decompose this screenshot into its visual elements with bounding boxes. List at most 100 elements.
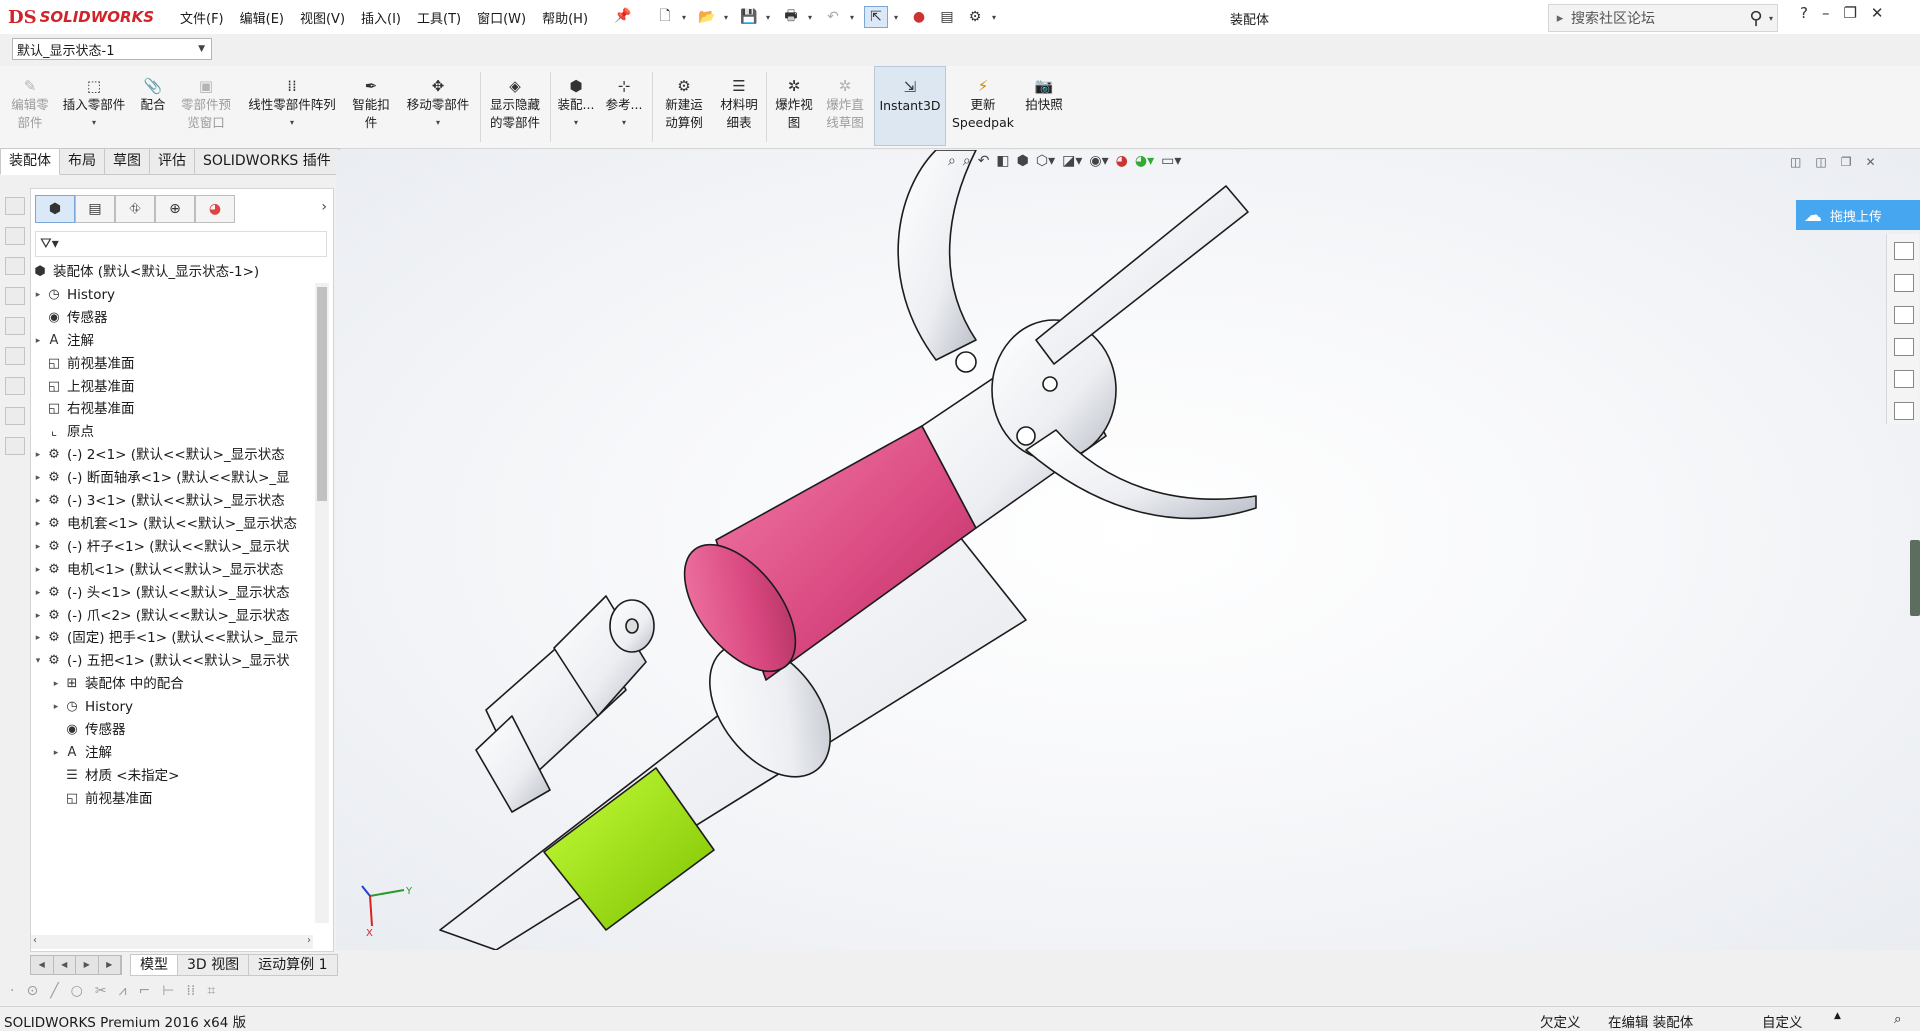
expand-toggle-icon[interactable]: ▾ xyxy=(31,650,45,672)
save-icon[interactable]: 💾 xyxy=(738,7,760,27)
undo-dropdown-icon[interactable]: ▾ xyxy=(850,13,858,22)
menu-window[interactable]: 窗口(W) xyxy=(477,8,526,27)
tab-motion-study[interactable]: 运动算例 1 xyxy=(249,954,338,976)
tab-sketch[interactable]: 草图 xyxy=(105,148,150,175)
tree-item[interactable]: ◱ 上视基准面 xyxy=(31,376,135,398)
filter-icon[interactable]: ⛛▾ xyxy=(40,236,59,252)
tree-filter[interactable]: ⛛▾ xyxy=(35,231,327,257)
mate-button[interactable]: 📎 配合 xyxy=(134,66,172,146)
strip-tool-icon[interactable] xyxy=(5,377,25,395)
assembly-features-button[interactable]: ⬢ 装配... ▾ xyxy=(554,66,598,146)
chevron-right-icon[interactable]: › xyxy=(321,199,327,215)
pattern-icon[interactable]: ⁞⁞ xyxy=(186,983,195,999)
strip-tool-icon[interactable] xyxy=(5,197,25,215)
view-orientation-icon[interactable]: ⬡▾ xyxy=(1036,153,1055,169)
tree-item[interactable]: ▸ ◷ History xyxy=(49,696,133,718)
sketch-circle-icon[interactable]: ⊙ xyxy=(26,983,38,999)
expand-toggle-icon[interactable]: ▸ xyxy=(49,673,63,695)
viewport-restore-icon[interactable]: ❐ xyxy=(1841,155,1852,169)
tree-item[interactable]: ▾ ⚙ (-) 五把<1> (默认<<默认>_显示状 xyxy=(31,650,290,672)
feature-tree-tab-icon[interactable]: ⬢ xyxy=(35,195,75,223)
open-dropdown-icon[interactable]: ▾ xyxy=(724,13,732,22)
tree-scrollbar-thumb[interactable] xyxy=(317,287,327,501)
linear-pattern-dropdown-icon[interactable]: ▾ xyxy=(290,114,294,132)
strip-tool-icon[interactable] xyxy=(5,227,25,245)
save-dropdown-icon[interactable]: ▾ xyxy=(766,13,774,22)
prev-tab-icon[interactable]: ◀ xyxy=(53,956,76,974)
property-manager-tab-icon[interactable]: ▤ xyxy=(75,195,115,223)
tree-item[interactable]: ▸ ⚙ (-) 爪<2> (默认<<默认>_显示状态 xyxy=(31,605,290,627)
last-tab-icon[interactable]: ▶ xyxy=(98,956,121,974)
fillet-icon[interactable]: ⌐ xyxy=(138,983,150,999)
solidworks-logo[interactable]: DS SOLIDWORKS xyxy=(8,6,154,28)
search-scope-icon[interactable]: ▸ xyxy=(1549,11,1571,26)
strip-tool-icon[interactable] xyxy=(5,287,25,305)
reference-geometry-button[interactable]: ⊹ 参考... ▾ xyxy=(602,66,646,146)
tree-item[interactable]: ▸ ⚙ (-) 断面轴承<1> (默认<<默认>_显 xyxy=(31,467,290,489)
expand-toggle-icon[interactable]: ▸ xyxy=(49,696,63,718)
tree-item[interactable]: ▸ ◷ History xyxy=(31,284,115,306)
dimxpert-tab-icon[interactable]: ⊕ xyxy=(155,195,195,223)
tree-item[interactable]: ◱ 右视基准面 xyxy=(31,398,135,420)
tree-item[interactable]: ▸ ⊞ 装配体 中的配合 xyxy=(49,673,184,695)
smart-dimension-icon[interactable]: ⊢ xyxy=(162,983,174,999)
edit-appearance-icon[interactable]: ◕ xyxy=(1116,153,1128,169)
restore-icon[interactable]: ❐ xyxy=(1843,4,1856,22)
print-icon[interactable]: 🖶 xyxy=(780,7,802,27)
tree-item[interactable]: ◉ 传感器 xyxy=(31,307,107,329)
quick-tips-icon[interactable]: ⌕ xyxy=(1894,1011,1902,1031)
tree-item[interactable]: ▸ ⚙ (-) 2<1> (默认<<默认>_显示状态 xyxy=(31,444,285,466)
tab-scroll-controls[interactable]: ◀ ◀ ▶ ▶ xyxy=(30,955,122,975)
expand-toggle-icon[interactable]: ▸ xyxy=(31,330,45,352)
tab-layout[interactable]: 布局 xyxy=(60,148,105,175)
expand-toggle-icon[interactable]: ▸ xyxy=(31,490,45,512)
new-motion-study-button[interactable]: ⚙ 新建运 动算例 xyxy=(656,66,712,146)
assembly-model[interactable] xyxy=(336,150,1920,950)
new-dropdown-icon[interactable]: ▾ xyxy=(682,13,690,22)
trim-icon[interactable]: ✂ xyxy=(95,983,107,999)
scroll-left-icon[interactable]: ‹ xyxy=(33,935,37,946)
dynamic-annotation-icon[interactable]: ⬢ xyxy=(1017,153,1029,169)
section-view-icon[interactable]: ◧ xyxy=(996,153,1009,169)
expand-toggle-icon[interactable]: ▸ xyxy=(31,536,45,558)
assembly-features-dropdown-icon[interactable]: ▾ xyxy=(574,114,578,132)
hide-show-items-icon[interactable]: ◉▾ xyxy=(1089,153,1108,169)
forum-icon[interactable] xyxy=(1894,402,1914,420)
custom-properties-icon[interactable] xyxy=(1894,370,1914,388)
tab-addins[interactable]: SOLIDWORKS 插件 xyxy=(195,148,340,175)
sketch-circle2-icon[interactable]: ○ xyxy=(71,983,83,999)
expand-toggle-icon[interactable]: ▸ xyxy=(31,627,45,649)
explode-line-sketch-button[interactable]: ✲ 爆炸直 线草图 xyxy=(820,66,870,146)
show-hidden-button[interactable]: ◈ 显示隐藏 的零部件 xyxy=(484,66,546,146)
tree-item[interactable]: ☰ 材质 <未指定> xyxy=(49,765,179,787)
menu-help[interactable]: 帮助(H) xyxy=(542,8,588,27)
appearances-icon[interactable] xyxy=(1894,338,1914,356)
tree-item[interactable]: ⬢ 装配体 (默认<默认_显示状态-1>) xyxy=(31,261,259,283)
linear-pattern-button[interactable]: ⁞⁞ 线性零部件阵列 ▾ xyxy=(240,66,344,146)
configuration-manager-tab-icon[interactable]: ⛗ xyxy=(115,195,155,223)
move-component-dropdown-icon[interactable]: ▾ xyxy=(436,114,440,132)
scroll-right-icon[interactable]: › xyxy=(307,935,311,946)
units-caret-icon[interactable]: ▲ xyxy=(1822,1011,1894,1031)
file-explorer-icon[interactable] xyxy=(1894,306,1914,324)
apply-scene-icon[interactable]: ◕▾ xyxy=(1135,153,1154,169)
new-document-icon[interactable]: 🗋 xyxy=(654,7,676,27)
view-settings-icon[interactable]: ▭▾ xyxy=(1161,153,1181,169)
zoom-to-area-icon[interactable]: ⌕ xyxy=(963,153,971,169)
display-manager-tab-icon[interactable]: ◕ xyxy=(195,195,235,223)
minimize-icon[interactable]: – xyxy=(1822,4,1830,22)
help-button[interactable]: ? xyxy=(1800,4,1808,22)
tab-evaluate[interactable]: 评估 xyxy=(150,148,195,175)
expand-toggle-icon[interactable]: ▸ xyxy=(31,513,45,535)
menu-view[interactable]: 视图(V) xyxy=(300,8,345,27)
select-dropdown-icon[interactable]: ▾ xyxy=(894,13,902,22)
expand-toggle-icon[interactable]: ▸ xyxy=(31,284,45,306)
expand-toggle-icon[interactable]: ▸ xyxy=(31,605,45,627)
tree-item[interactable]: ▸ A 注解 xyxy=(31,330,94,352)
viewport-close-icon[interactable]: ✕ xyxy=(1865,155,1875,169)
menu-edit[interactable]: 编辑(E) xyxy=(240,8,284,27)
tree-item[interactable]: ▸ ⚙ (-) 杆子<1> (默认<<默认>_显示状 xyxy=(31,536,290,558)
expand-toggle-icon[interactable]: ▸ xyxy=(31,444,45,466)
smart-fasteners-button[interactable]: ✒ 智能扣 件 xyxy=(348,66,394,146)
insert-component-button[interactable]: ⬚ 插入零部件 ▾ xyxy=(58,66,130,146)
